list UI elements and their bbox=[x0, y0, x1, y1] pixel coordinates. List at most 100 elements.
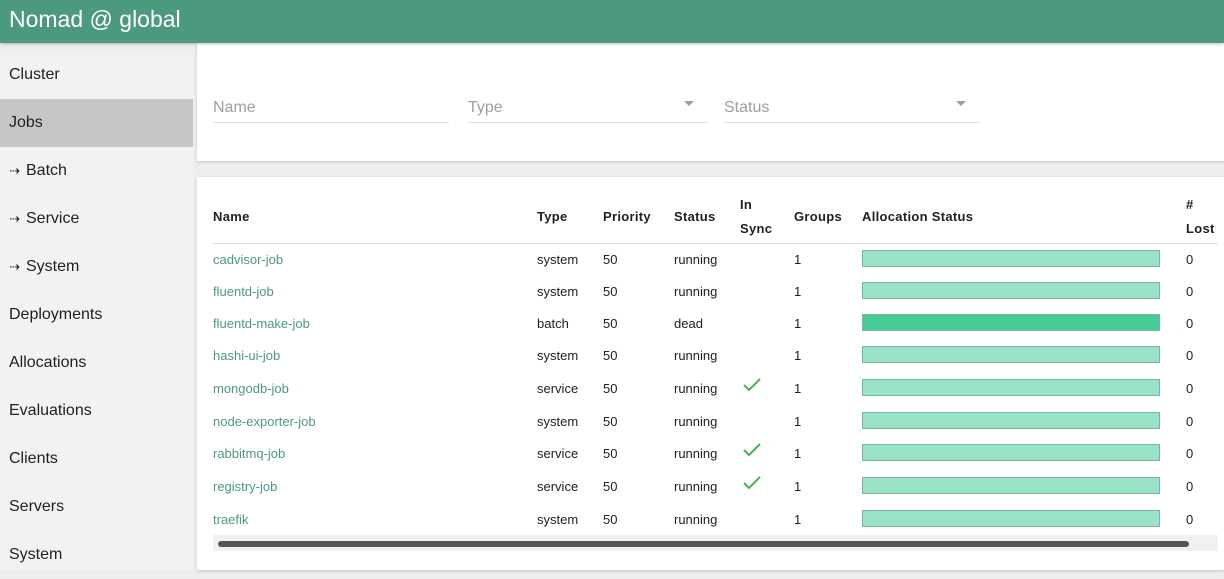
job-priority: 50 bbox=[603, 479, 618, 494]
type-filter-select[interactable]: Type bbox=[468, 95, 708, 123]
job-status: running bbox=[674, 479, 718, 494]
sidebar-item-system[interactable]: ⇢ System bbox=[0, 243, 193, 291]
job-lost-count: 0 bbox=[1186, 446, 1194, 461]
job-groups: 1 bbox=[794, 316, 802, 331]
name-filter[interactable] bbox=[213, 95, 449, 123]
status-filter-select[interactable]: Status bbox=[724, 95, 980, 123]
sidebar-item-label: Service bbox=[26, 210, 80, 227]
job-name-link[interactable]: hashi-ui-job bbox=[213, 348, 280, 364]
job-groups: 1 bbox=[794, 512, 802, 527]
sidebar-item-allocations[interactable]: Allocations bbox=[0, 339, 193, 387]
app-title: Nomad @ global bbox=[9, 6, 181, 32]
job-status: running bbox=[674, 446, 718, 461]
job-type: system bbox=[537, 252, 579, 267]
allocation-status-bar[interactable] bbox=[862, 250, 1160, 267]
job-name-link[interactable]: node-exporter-job bbox=[213, 414, 316, 430]
table-row[interactable]: cadvisor-job system 50 running 1 0 bbox=[197, 244, 1224, 276]
sidebar-item-label: Cluster bbox=[9, 66, 60, 83]
column-header-priority[interactable]: Priority bbox=[603, 205, 651, 229]
job-name-link[interactable]: fluentd-job bbox=[213, 284, 274, 300]
chevron-down-icon bbox=[684, 101, 694, 106]
chevron-down-icon bbox=[956, 101, 966, 106]
column-header-groups[interactable]: Groups bbox=[794, 205, 842, 229]
check-icon bbox=[743, 378, 761, 392]
arrow-right-icon: ⇢ bbox=[9, 259, 20, 274]
job-name-link[interactable]: mongodb-job bbox=[213, 381, 289, 397]
sidebar-item-service[interactable]: ⇢ Service bbox=[0, 195, 193, 243]
job-status: running bbox=[674, 512, 718, 527]
job-priority: 50 bbox=[603, 316, 618, 331]
name-filter-underline bbox=[213, 122, 449, 123]
table-row[interactable]: hashi-ui-job system 50 running 1 0 bbox=[197, 340, 1224, 372]
sidebar-item-deployments[interactable]: Deployments bbox=[0, 291, 193, 339]
column-header-lost[interactable]: Lost bbox=[1186, 217, 1215, 241]
jobs-table: Name Type Priority Status In Sync Groups… bbox=[197, 177, 1224, 570]
sidebar-item-servers[interactable]: Servers bbox=[0, 483, 193, 531]
job-lost-count: 0 bbox=[1186, 381, 1194, 396]
job-priority: 50 bbox=[603, 414, 618, 429]
table-row[interactable]: fluentd-make-job batch 50 dead 1 0 bbox=[197, 308, 1224, 340]
sidebar-item-label: Deployments bbox=[9, 306, 103, 323]
scrollbar-thumb[interactable] bbox=[218, 541, 1189, 547]
sidebar-item-label: Jobs bbox=[9, 114, 43, 131]
column-header-name[interactable]: Name bbox=[213, 205, 250, 229]
allocation-status-bar[interactable] bbox=[862, 314, 1160, 331]
status-filter-underline bbox=[724, 122, 980, 123]
job-priority: 50 bbox=[603, 512, 618, 527]
column-header-in[interactable]: In bbox=[740, 193, 752, 217]
sidebar-item-clients[interactable]: Clients bbox=[0, 435, 193, 483]
sidebar-item-batch[interactable]: ⇢ Batch bbox=[0, 147, 193, 195]
sidebar-item-cluster[interactable]: Cluster bbox=[0, 51, 193, 99]
job-type: batch bbox=[537, 316, 569, 331]
job-name-link[interactable]: traefik bbox=[213, 512, 248, 528]
allocation-status-bar[interactable] bbox=[862, 346, 1160, 363]
job-name-link[interactable]: registry-job bbox=[213, 479, 277, 495]
allocation-status-bar[interactable] bbox=[862, 282, 1160, 299]
name-filter-input[interactable] bbox=[213, 95, 449, 121]
sidebar-nav: Cluster Jobs ⇢ Batch ⇢ Service ⇢ System Deployme… bbox=[0, 51, 193, 570]
job-groups: 1 bbox=[794, 414, 802, 429]
job-name-link[interactable]: fluentd-make-job bbox=[213, 316, 310, 332]
job-groups: 1 bbox=[794, 348, 802, 363]
table-row[interactable]: rabbitmq-job service 50 running 1 0 bbox=[197, 438, 1224, 470]
column-header-sync[interactable]: Sync bbox=[740, 217, 772, 241]
job-priority: 50 bbox=[603, 348, 618, 363]
job-lost-count: 0 bbox=[1186, 414, 1194, 429]
job-status: running bbox=[674, 284, 718, 299]
job-type: system bbox=[537, 414, 579, 429]
sidebar-item-label: System bbox=[9, 546, 63, 563]
job-groups: 1 bbox=[794, 479, 802, 494]
sidebar-item-system[interactable]: System bbox=[0, 531, 193, 579]
sidebar-item-evaluations[interactable]: Evaluations bbox=[0, 387, 193, 435]
horizontal-scrollbar[interactable] bbox=[213, 535, 1218, 551]
job-name-link[interactable]: rabbitmq-job bbox=[213, 446, 285, 462]
job-type: system bbox=[537, 512, 579, 527]
sidebar-item-jobs[interactable]: Jobs bbox=[0, 99, 193, 147]
sidebar-item-label: Allocations bbox=[9, 354, 87, 371]
table-row[interactable]: mongodb-job service 50 running 1 0 bbox=[197, 373, 1224, 405]
table-row[interactable]: node-exporter-job system 50 running 1 0 bbox=[197, 406, 1224, 438]
job-priority: 50 bbox=[603, 381, 618, 396]
allocation-status-bar[interactable] bbox=[862, 477, 1160, 494]
allocation-status-bar[interactable] bbox=[862, 444, 1160, 461]
table-row[interactable]: traefik system 50 running 1 0 bbox=[197, 504, 1224, 536]
column-header-allocation-status[interactable]: Allocation Status bbox=[862, 205, 973, 229]
filter-panel: Type Status bbox=[197, 43, 1224, 161]
column-header-status[interactable]: Status bbox=[674, 205, 716, 229]
allocation-status-bar[interactable] bbox=[862, 510, 1160, 527]
column-header-hash[interactable]: # bbox=[1186, 193, 1194, 217]
job-lost-count: 0 bbox=[1186, 316, 1194, 331]
job-lost-count: 0 bbox=[1186, 284, 1194, 299]
job-type: system bbox=[537, 348, 579, 363]
table-row[interactable]: fluentd-job system 50 running 1 0 bbox=[197, 276, 1224, 308]
job-type: system bbox=[537, 284, 579, 299]
allocation-status-bar[interactable] bbox=[862, 412, 1160, 429]
job-groups: 1 bbox=[794, 284, 802, 299]
column-header-type[interactable]: Type bbox=[537, 205, 568, 229]
job-lost-count: 0 bbox=[1186, 512, 1194, 527]
table-row[interactable]: registry-job service 50 running 1 0 bbox=[197, 471, 1224, 503]
allocation-status-bar[interactable] bbox=[862, 379, 1160, 396]
job-name-link[interactable]: cadvisor-job bbox=[213, 252, 283, 268]
check-icon bbox=[743, 476, 761, 490]
job-priority: 50 bbox=[603, 284, 618, 299]
